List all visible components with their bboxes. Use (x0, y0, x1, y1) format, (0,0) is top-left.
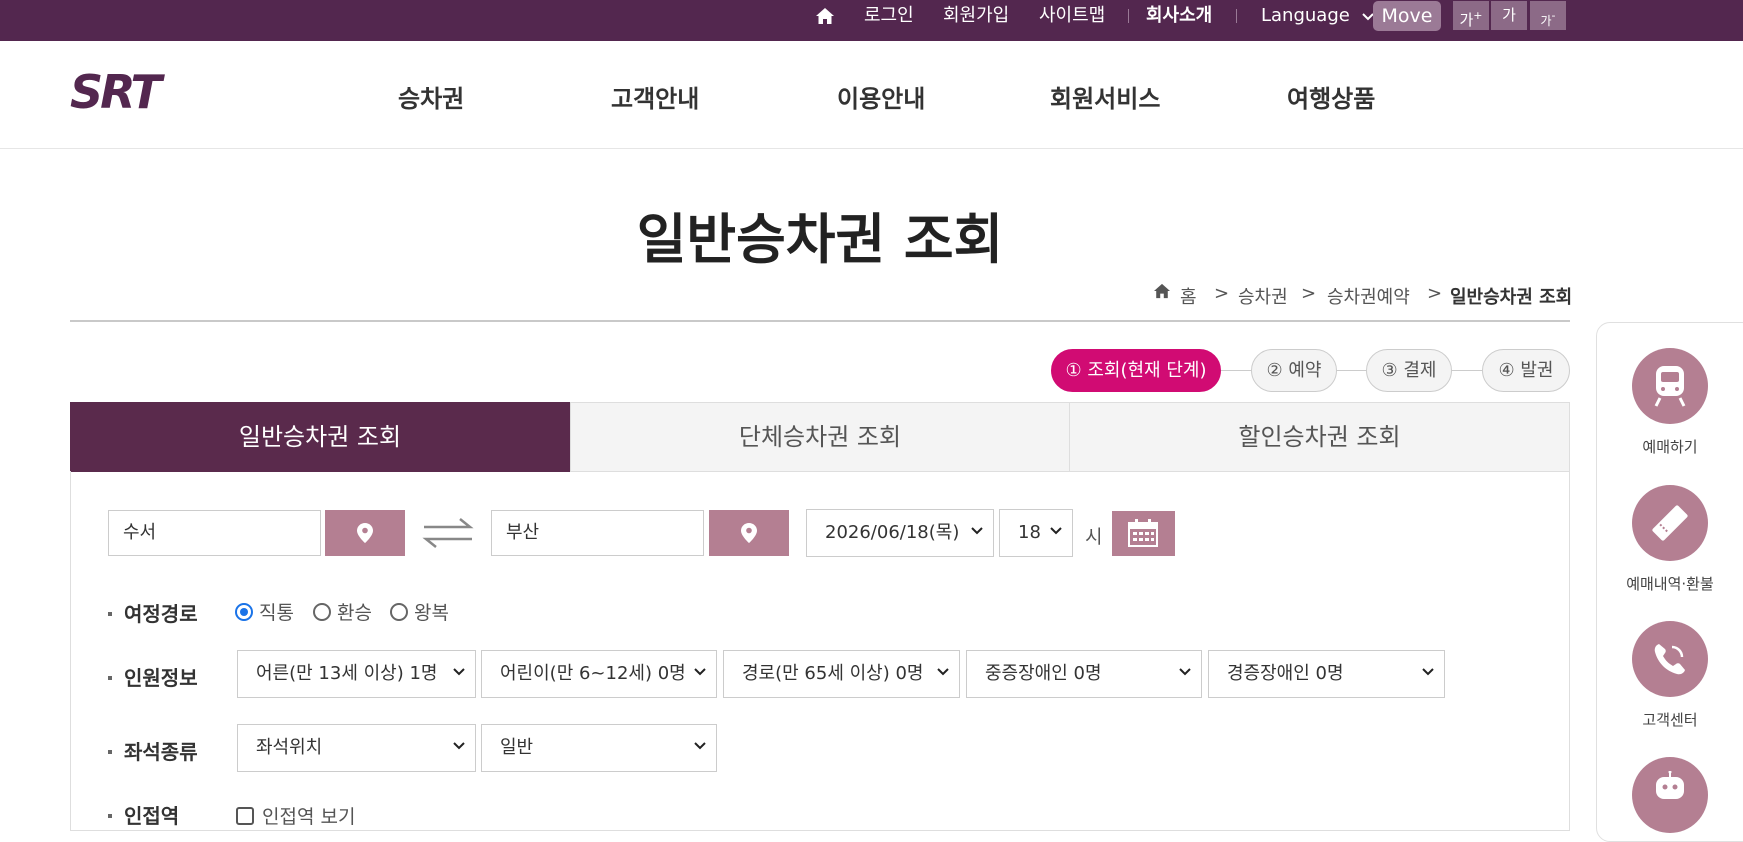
radio-icon (313, 602, 331, 621)
nav-member-service[interactable]: 회원서비스 (1050, 79, 1160, 114)
divider (1128, 9, 1129, 23)
move-button[interactable]: Move (1373, 1, 1441, 31)
ticket-icon (1652, 505, 1688, 541)
font-larger-label: 가 (1459, 11, 1474, 29)
srt-logo[interactable]: SRT (70, 70, 212, 114)
tab-group-ticket[interactable]: 단체승차권 조회 (570, 402, 1070, 472)
chevron-down-icon (694, 668, 706, 676)
title-divider (70, 320, 1570, 322)
route-transfer-radio[interactable]: 환승 (313, 598, 372, 625)
language-dropdown[interactable]: Language (1261, 0, 1374, 31)
date-select[interactable]: 2026/06/18(목) (806, 509, 994, 557)
radio-icon (390, 602, 408, 621)
calendar-icon (1128, 519, 1158, 547)
font-larger-button[interactable]: 가+ (1453, 1, 1489, 30)
swap-stations-icon[interactable] (420, 515, 476, 551)
arrival-station-input[interactable]: 부산 (491, 510, 704, 556)
home-icon[interactable] (1153, 283, 1171, 304)
adult-count-select[interactable]: 어른(만 13세 이상) 1명 (237, 650, 476, 698)
passenger-label: 인원정보 (108, 662, 198, 691)
location-pin-icon (741, 523, 757, 543)
signup-link[interactable]: 회원가입 (943, 0, 1009, 31)
calendar-button[interactable] (1112, 511, 1175, 556)
hour-unit-label: 시 (1085, 526, 1103, 548)
nav-customer-guide[interactable]: 고객안내 (611, 79, 699, 114)
reservation-history-quick-label[interactable]: 예매내역·환불 (1600, 573, 1740, 594)
reserve-quick-button[interactable] (1632, 348, 1708, 424)
ticket-type-tabs: 일반승차권 조회 단체승차권 조회 할인승차권 조회 (70, 402, 1570, 472)
departure-station-input[interactable]: 수서 (108, 510, 321, 556)
font-normal-button[interactable]: 가 (1491, 1, 1527, 30)
date-value: 2026/06/18(목) (825, 522, 960, 543)
company-link[interactable]: 회사소개 (1146, 0, 1212, 31)
divider (1236, 9, 1237, 23)
train-icon (1654, 366, 1686, 407)
seat-class-select[interactable]: 일반 (481, 724, 717, 772)
step-issue: ④ 발권 (1482, 349, 1570, 392)
seat-type-label: 좌석종류 (108, 736, 198, 765)
font-smaller-label: 가 (1540, 14, 1552, 28)
site-header: SRT 승차권 고객안내 이용안내 회원서비스 여행상품 (0, 41, 1743, 149)
child-count-select[interactable]: 어린이(만 6~12세) 0명 (481, 650, 717, 698)
mild-disabled-count-select[interactable]: 경증장애인 0명 (1208, 650, 1445, 698)
chevron-right-icon: > (1214, 283, 1230, 304)
chevron-right-icon: > (1427, 283, 1443, 304)
hour-select[interactable]: 18 (999, 509, 1073, 557)
chevron-right-icon: > (1301, 283, 1317, 304)
chevron-down-icon (453, 742, 465, 750)
arrival-map-button[interactable] (709, 510, 789, 556)
chevron-down-icon (453, 668, 465, 676)
chevron-down-icon (971, 527, 983, 535)
chevron-down-icon (1179, 668, 1191, 676)
top-utility-bar: 로그인 회원가입 사이트맵 회사소개 Language Move 가+ 가 가- (0, 0, 1743, 41)
tab-general-ticket[interactable]: 일반승차권 조회 (70, 402, 570, 472)
reservation-history-quick-button[interactable] (1632, 485, 1708, 561)
step-reserve: ② 예약 (1251, 349, 1337, 392)
chevron-down-icon (937, 668, 949, 676)
chevron-down-icon (694, 742, 706, 750)
nav-tickets[interactable]: 승차권 (398, 79, 464, 114)
home-icon[interactable] (815, 0, 835, 31)
hour-value: 18 (1018, 522, 1041, 543)
chevron-down-icon (1050, 527, 1062, 535)
senior-count-select[interactable]: 경로(만 65세 이상) 0명 (723, 650, 960, 698)
login-link[interactable]: 로그인 (864, 0, 914, 31)
language-label: Language (1261, 5, 1350, 26)
seat-position-select[interactable]: 좌석위치 (237, 724, 476, 772)
logo-text: SRT (70, 70, 165, 114)
route-direct-radio[interactable]: 직통 (235, 598, 294, 625)
nav-usage-guide[interactable]: 이용안내 (837, 79, 925, 114)
nav-travel-products[interactable]: 여행상품 (1287, 79, 1375, 114)
checkbox-icon (236, 806, 254, 825)
phone-icon (1654, 644, 1685, 675)
customer-center-quick-button[interactable] (1632, 621, 1708, 697)
font-normal-label: 가 (1502, 6, 1516, 24)
customer-center-quick-label[interactable]: 고객센터 (1600, 709, 1740, 730)
chatbot-quick-button[interactable] (1632, 757, 1708, 833)
breadcrumb-home[interactable]: 홈 (1180, 283, 1197, 309)
step-search-current: ① 조회(현재 단계) (1051, 349, 1221, 392)
breadcrumb-reservation[interactable]: 승차권예약 (1327, 283, 1410, 309)
route-label: 여정경로 (108, 598, 198, 627)
breadcrumb-current: 일반승차권 조회 (1450, 287, 1573, 308)
location-pin-icon (357, 523, 373, 543)
sitemap-link[interactable]: 사이트맵 (1039, 0, 1105, 31)
font-smaller-button[interactable]: 가- (1530, 1, 1566, 30)
tab-discount-ticket[interactable]: 할인승차권 조회 (1069, 402, 1570, 472)
breadcrumb-tickets[interactable]: 승차권 (1238, 283, 1288, 309)
radio-selected-icon (235, 602, 253, 621)
chevron-down-icon (1422, 668, 1434, 676)
route-roundtrip-radio[interactable]: 왕복 (390, 598, 449, 625)
severe-disabled-count-select[interactable]: 중증장애인 0명 (966, 650, 1202, 698)
chevron-down-icon (1361, 13, 1374, 21)
departure-map-button[interactable] (325, 510, 405, 556)
chatbot-icon (1656, 771, 1684, 799)
page-title: 일반승차권 조회 (636, 208, 1004, 271)
reserve-quick-label[interactable]: 예매하기 (1600, 436, 1740, 457)
step-payment: ③ 결제 (1366, 349, 1452, 392)
